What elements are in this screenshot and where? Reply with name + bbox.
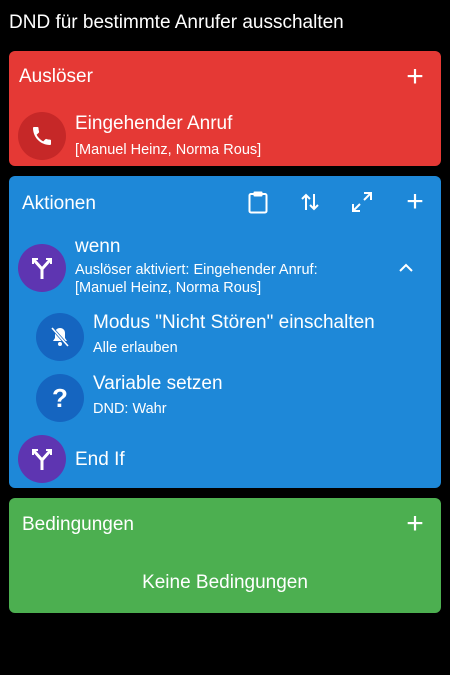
question-icon: ? xyxy=(36,374,84,422)
expand-icon xyxy=(352,192,372,212)
add-action-button[interactable]: + xyxy=(399,186,431,218)
swap-icon xyxy=(301,193,319,211)
add-trigger-button[interactable]: + xyxy=(399,61,431,93)
add-condition-button[interactable]: + xyxy=(399,508,431,540)
add-icon: + xyxy=(406,60,424,93)
trigger-header: Auslöser + xyxy=(9,51,441,101)
actions-header: Aktionen + xyxy=(9,176,441,226)
conditions-header: Bedingungen + xyxy=(9,498,441,548)
action-if-title: wenn xyxy=(75,236,121,257)
action-end-if-title: End If xyxy=(75,449,125,470)
expand-actions-button[interactable] xyxy=(346,186,378,218)
action-if-detail-2: [Manuel Heinz, Norma Rous] xyxy=(75,280,262,296)
no-conditions-text: Keine Bedingungen xyxy=(142,572,308,593)
action-variable-title: Variable setzen xyxy=(93,373,223,394)
action-variable-detail: DND: Wahr xyxy=(93,401,167,417)
trigger-card: Auslöser + Eingehender Anruf [Manuel Hei… xyxy=(9,51,441,166)
if-branch-icon xyxy=(18,435,66,483)
chevron-up-icon xyxy=(399,263,413,272)
paste-action-button[interactable] xyxy=(242,186,274,218)
trigger-item-title: Eingehender Anruf xyxy=(75,113,233,134)
reorder-actions-button[interactable] xyxy=(294,186,326,218)
conditions-section-title: Bedingungen xyxy=(22,514,134,535)
dnd-off-icon xyxy=(36,313,84,361)
action-if-detail-1: Auslöser aktiviert: Eingehender Anruf: xyxy=(75,262,318,278)
collapse-if-button[interactable] xyxy=(390,252,422,284)
action-dnd-detail: Alle erlauben xyxy=(93,340,178,356)
add-icon: + xyxy=(406,185,424,218)
conditions-card: Bedingungen + Keine Bedingungen xyxy=(9,498,441,613)
macro-title: DND für bestimmte Anrufer ausschalten xyxy=(9,12,344,33)
phone-icon xyxy=(18,112,66,160)
trigger-item-detail: [Manuel Heinz, Norma Rous] xyxy=(75,142,262,158)
actions-card: Aktionen + wenn Auslöser aktiviert: Eing… xyxy=(9,176,441,488)
add-icon: + xyxy=(406,507,424,540)
clipboard-icon xyxy=(248,191,268,214)
action-dnd-title: Modus "Nicht Stören" einschalten xyxy=(93,312,375,333)
trigger-section-title: Auslöser xyxy=(19,66,93,87)
if-branch-icon xyxy=(18,244,66,292)
actions-section-title: Aktionen xyxy=(22,193,96,214)
